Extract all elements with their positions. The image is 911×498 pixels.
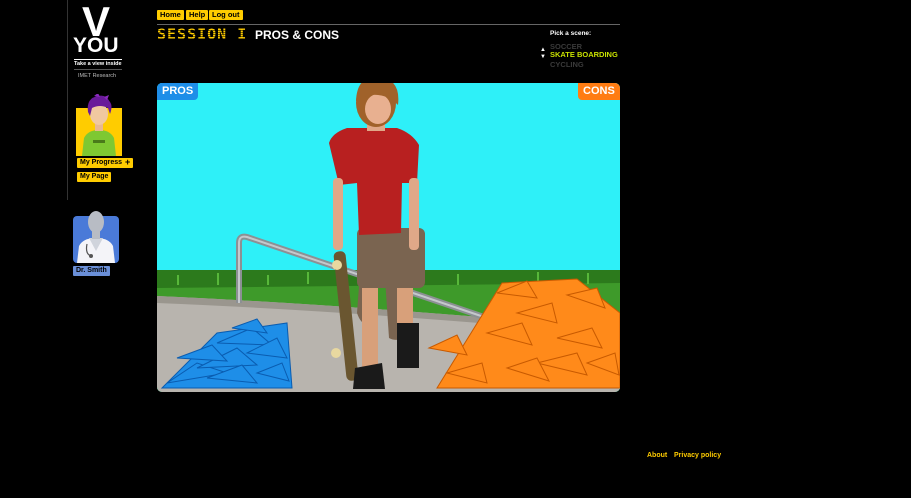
pros-badge: PROS bbox=[157, 83, 199, 100]
logo-tagline: Take a view inside bbox=[74, 61, 122, 67]
user-avatar[interactable] bbox=[76, 94, 122, 156]
plus-icon: + bbox=[125, 157, 131, 167]
my-progress-button[interactable]: My Progress + bbox=[77, 157, 134, 168]
scene-picker-label: Pick a scene: bbox=[550, 30, 592, 37]
scene-option-cycling[interactable]: CYCLING bbox=[550, 60, 584, 69]
about-link[interactable]: About bbox=[647, 451, 667, 460]
home-button[interactable]: Home bbox=[157, 10, 184, 20]
logo-rule bbox=[74, 59, 122, 60]
session-label: SESSION I bbox=[157, 25, 248, 43]
cons-badge: CONS bbox=[578, 83, 620, 100]
skateboard-scene-illustration bbox=[157, 83, 620, 392]
logout-button[interactable]: Log out bbox=[209, 10, 243, 20]
doctor-button[interactable]: Dr. Smith bbox=[73, 266, 110, 276]
scene-stage[interactable] bbox=[157, 83, 620, 392]
arrow-down-icon[interactable]: ▼ bbox=[540, 54, 546, 61]
my-progress-label: My Progress bbox=[80, 159, 123, 166]
help-button[interactable]: Help bbox=[186, 10, 209, 20]
logo-word: YOU bbox=[73, 34, 119, 57]
scene-scroll-arrows-icon[interactable]: ▲ ▼ bbox=[540, 47, 546, 61]
sidebar-divider bbox=[67, 0, 68, 200]
doctor-avatar[interactable] bbox=[73, 206, 119, 263]
my-page-button[interactable]: My Page bbox=[77, 172, 112, 182]
logo-rule-secondary bbox=[74, 69, 122, 70]
page-title: PROS & CONS bbox=[255, 28, 340, 42]
arrow-up-icon[interactable]: ▲ bbox=[540, 47, 546, 54]
privacy-policy-link[interactable]: Privacy policy bbox=[674, 451, 721, 460]
scene-option-skate-boarding[interactable]: SKATE BOARDING bbox=[550, 50, 618, 59]
logo-org: IMET Research bbox=[78, 73, 117, 79]
